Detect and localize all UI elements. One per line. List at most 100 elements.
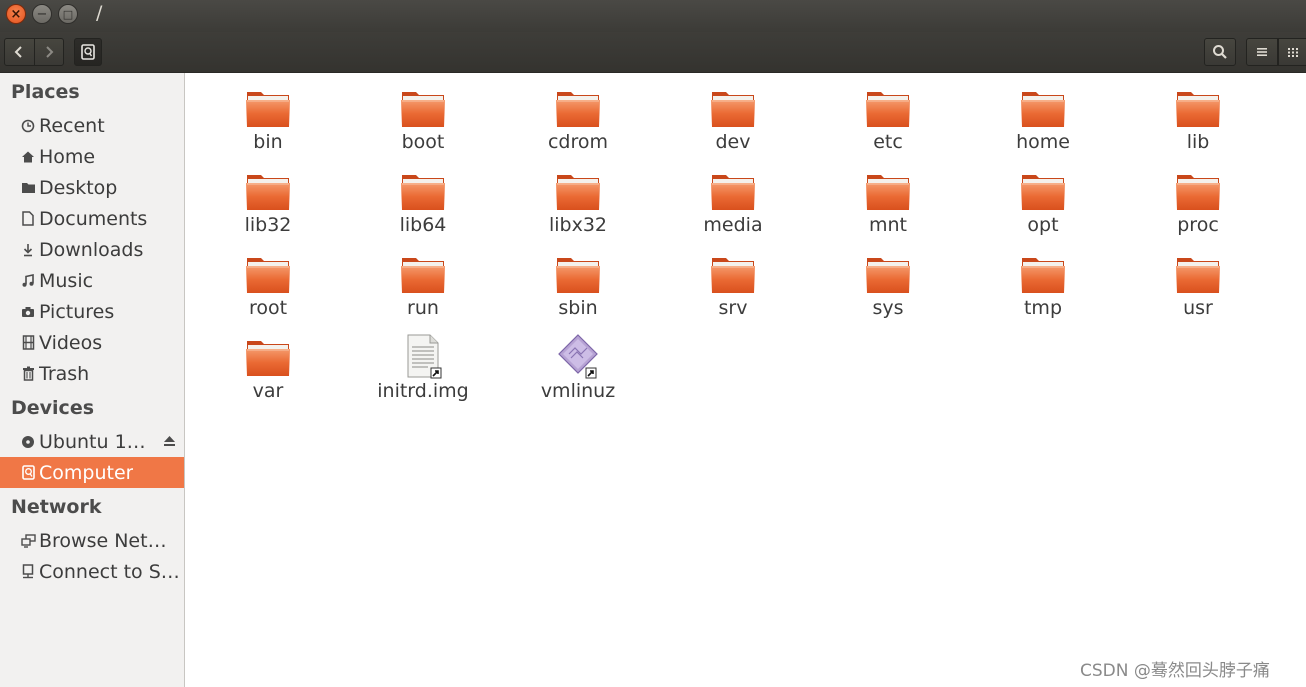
sidebar-item-label: Recent	[39, 114, 105, 137]
back-button[interactable]	[5, 39, 34, 65]
minimize-icon: −	[36, 6, 48, 22]
folder-item[interactable]: srv	[668, 254, 798, 334]
file-name-label: lib32	[244, 214, 292, 236]
file-name-label: var	[252, 380, 284, 402]
sidebar-item-label: Videos	[39, 331, 103, 354]
folder-item[interactable]: libx32	[513, 171, 643, 251]
folder-item[interactable]: cdrom	[513, 88, 643, 168]
computer-drive-icon	[81, 44, 95, 60]
maximize-window-button[interactable]: □	[58, 4, 78, 24]
folder-item[interactable]: bin	[203, 88, 333, 168]
folder-icon	[1175, 88, 1221, 130]
folder-item[interactable]: opt	[978, 171, 1108, 251]
folder-item[interactable]: dev	[668, 88, 798, 168]
folder-item[interactable]: usr	[1133, 254, 1263, 334]
file-name-label: etc	[873, 131, 903, 153]
path-computer-button[interactable]	[74, 38, 102, 66]
section-places: Places	[11, 81, 80, 103]
music-icon	[20, 273, 36, 289]
file-item[interactable]: initrd.img	[358, 334, 488, 417]
file-name-label: media	[703, 214, 763, 236]
sidebar-item-trash[interactable]: Trash	[0, 358, 184, 389]
sidebar-item-ubuntu-disc[interactable]: Ubuntu 1…	[0, 426, 184, 457]
grid-view-button[interactable]	[1278, 38, 1306, 66]
network-icon	[20, 533, 36, 549]
minimize-window-button[interactable]: −	[32, 4, 52, 24]
folder-item[interactable]: proc	[1133, 171, 1263, 251]
folder-item[interactable]: home	[978, 88, 1108, 168]
file-name-label: bin	[253, 131, 283, 153]
sidebar-item-documents[interactable]: Documents	[0, 203, 184, 234]
sidebar-item-label: Browse Net…	[39, 529, 167, 552]
file-item[interactable]: vmlinuz	[513, 334, 643, 417]
section-devices: Devices	[11, 397, 95, 419]
sidebar-item-home[interactable]: Home	[0, 141, 184, 172]
file-name-label: vmlinuz	[540, 380, 616, 402]
close-window-button[interactable]: ×	[6, 4, 26, 24]
file-name-label: sbin	[558, 297, 598, 319]
sidebar-item-browse-network[interactable]: Browse Net…	[0, 525, 184, 556]
text-file-link-icon	[400, 333, 446, 379]
file-name-label: srv	[718, 297, 748, 319]
sidebar-item-downloads[interactable]: Downloads	[0, 234, 184, 265]
sidebar-item-pictures[interactable]: Pictures	[0, 296, 184, 327]
folder-item[interactable]: boot	[358, 88, 488, 168]
file-name-label: usr	[1183, 297, 1213, 319]
sidebar-item-computer[interactable]: Computer	[0, 457, 184, 488]
folder-item[interactable]: sbin	[513, 254, 643, 334]
sidebar-item-label: Home	[39, 145, 96, 168]
download-icon	[20, 242, 36, 258]
sidebar-item-connect-server[interactable]: Connect to S…	[0, 556, 184, 587]
search-button[interactable]	[1204, 38, 1236, 66]
sidebar-item-videos[interactable]: Videos	[0, 327, 184, 358]
folder-item[interactable]: lib	[1133, 88, 1263, 168]
film-icon	[20, 335, 36, 351]
folder-item[interactable]: tmp	[978, 254, 1108, 334]
folder-icon	[245, 254, 291, 296]
title-bar: × − □ /	[0, 0, 1306, 32]
folder-icon	[865, 171, 911, 213]
server-icon	[20, 564, 36, 580]
file-name-label: mnt	[869, 214, 907, 236]
folder-item[interactable]: lib32	[203, 171, 333, 251]
home-icon	[20, 149, 36, 165]
folder-icon	[710, 171, 756, 213]
eject-icon	[163, 436, 175, 446]
folder-item[interactable]: var	[203, 337, 333, 417]
folder-item[interactable]: lib64	[358, 171, 488, 251]
folder-item[interactable]: media	[668, 171, 798, 251]
folder-icon	[865, 88, 911, 130]
sidebar-item-recent[interactable]: Recent	[0, 110, 184, 141]
folder-item[interactable]: run	[358, 254, 488, 334]
sidebar-item-label: Trash	[39, 362, 90, 385]
file-name-label: tmp	[1023, 297, 1063, 319]
chevron-right-icon	[46, 46, 54, 58]
sidebar-item-music[interactable]: Music	[0, 265, 184, 296]
folder-item[interactable]: mnt	[823, 171, 953, 251]
folder-icon	[1020, 254, 1066, 296]
folder-icon	[245, 171, 291, 213]
camera-icon	[20, 304, 36, 320]
eject-button[interactable]	[162, 434, 176, 448]
sidebar-item-label: Ubuntu 1…	[39, 430, 146, 453]
file-name-label: run	[407, 297, 439, 319]
folder-item[interactable]: sys	[823, 254, 953, 334]
forward-button[interactable]	[33, 39, 64, 65]
folder-icon	[245, 337, 291, 379]
file-view: bin boot cdrom dev etc home lib lib32 lib64 libx3…	[186, 73, 1306, 687]
sidebar-item-desktop[interactable]: Desktop	[0, 172, 184, 203]
grid-view-icon	[1287, 48, 1298, 57]
folder-icon	[1175, 171, 1221, 213]
folder-icon	[555, 88, 601, 130]
sidebar-item-label: Computer	[39, 461, 134, 484]
sidebar-item-label: Downloads	[39, 238, 144, 261]
folder-item[interactable]: etc	[823, 88, 953, 168]
folder-icon	[555, 254, 601, 296]
list-view-button[interactable]	[1246, 38, 1278, 66]
file-name-label: boot	[401, 131, 445, 153]
sidebar-item-label: Pictures	[39, 300, 115, 323]
watermark-text: CSDN @蓦然回头脖子痛	[1080, 661, 1270, 681]
folder-icon	[245, 88, 291, 130]
folder-item[interactable]: root	[203, 254, 333, 334]
sidebar-item-label: Connect to S…	[39, 560, 180, 583]
